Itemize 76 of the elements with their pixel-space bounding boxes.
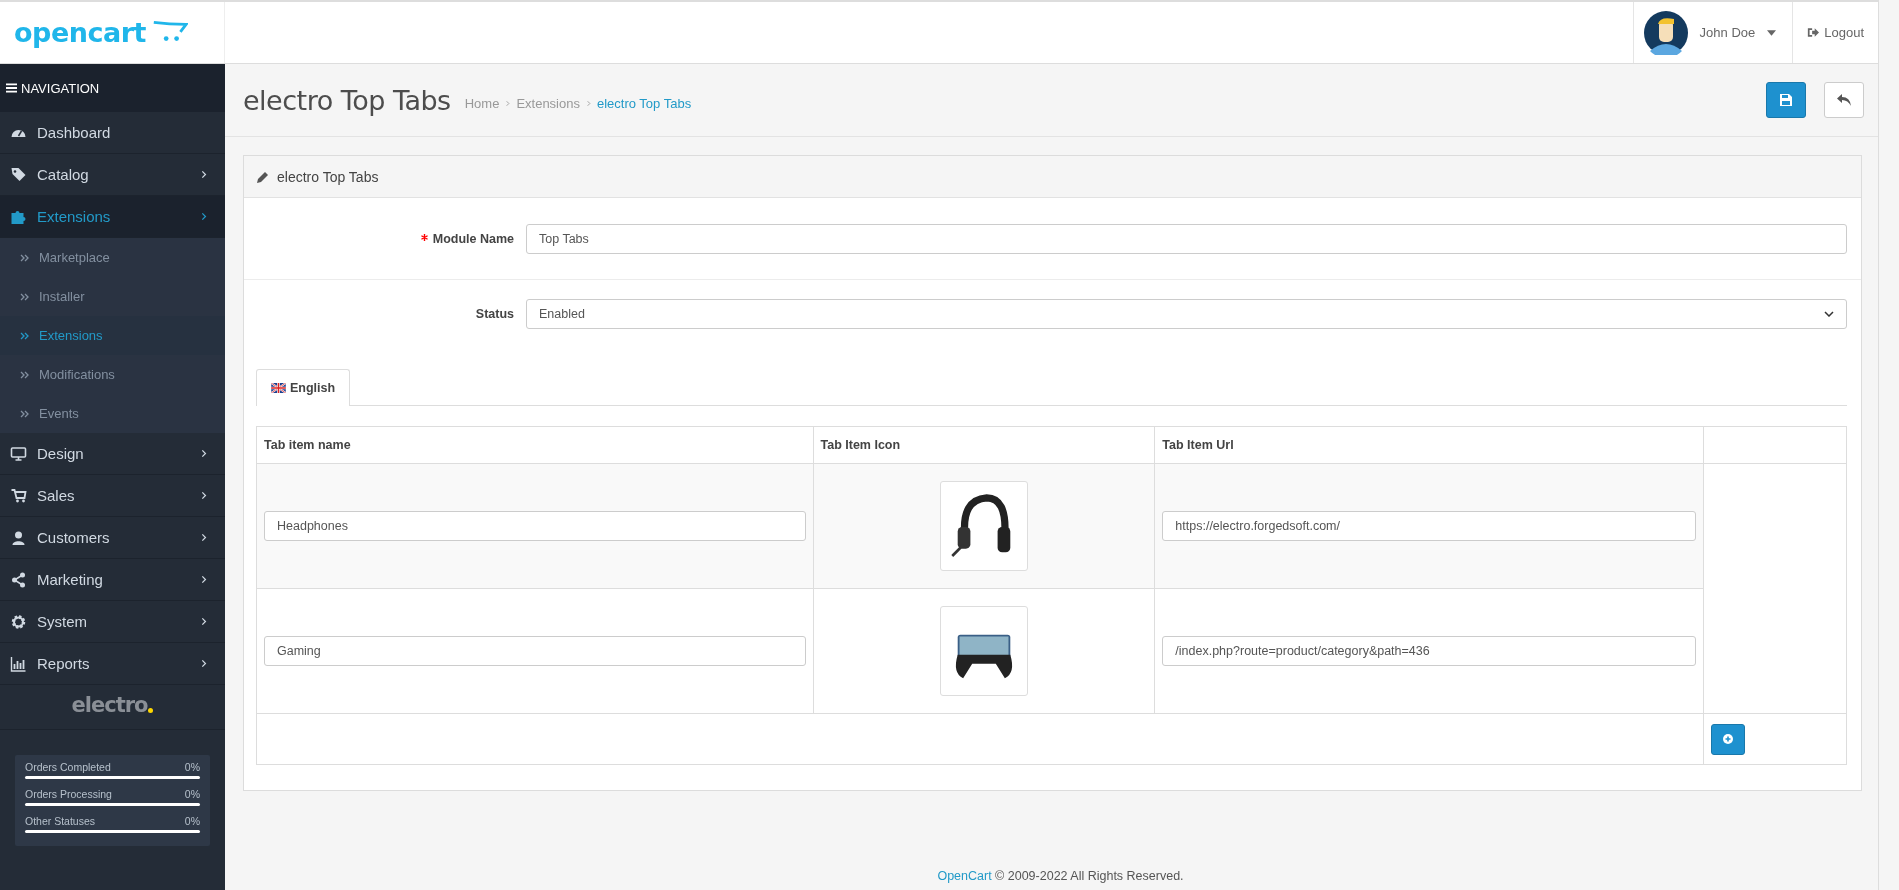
panel-title: electro Top Tabs bbox=[277, 168, 379, 185]
double-chevron-icon bbox=[20, 331, 29, 340]
flag-icon bbox=[271, 383, 286, 393]
double-chevron-icon bbox=[20, 409, 29, 418]
chevron-right-icon bbox=[585, 99, 591, 107]
language-tab[interactable]: English bbox=[256, 369, 351, 406]
input-field[interactable]: https://electro.forgedsoft.com/ bbox=[1162, 511, 1696, 541]
puzzle-icon bbox=[10, 208, 27, 225]
column-header: Tab Item Icon bbox=[813, 426, 1155, 464]
share-icon bbox=[10, 571, 27, 588]
chevron-right-icon bbox=[200, 212, 207, 221]
stat-label: Orders Completed bbox=[25, 761, 112, 773]
double-chevron-icon bbox=[20, 370, 29, 379]
chevron-right-icon bbox=[200, 617, 207, 626]
copyright-text: OpenCart © 2009-2022 All Rights Reserved. bbox=[936, 869, 1185, 885]
navigation-title: NAVIGATION bbox=[21, 80, 100, 96]
sidebar-item[interactable]: Sales bbox=[0, 475, 225, 517]
stat-value: 0% bbox=[184, 788, 200, 800]
user-icon bbox=[10, 529, 27, 546]
input-field[interactable]: /index.php?route=product/category&path=436 bbox=[1162, 636, 1696, 666]
stat-value: 0% bbox=[184, 815, 200, 827]
chevron-right-icon bbox=[505, 99, 511, 107]
stat-label: Other Statuses bbox=[25, 815, 97, 827]
stat-value: 0% bbox=[184, 761, 200, 773]
sidebar-item[interactable]: Reports bbox=[0, 643, 225, 685]
chevron-right-icon bbox=[200, 575, 207, 584]
sidebar-item[interactable]: Design bbox=[0, 433, 225, 475]
stat-label: Orders Processing bbox=[25, 788, 113, 800]
plus-circle-icon bbox=[1722, 734, 1733, 744]
gear-icon bbox=[10, 613, 27, 630]
monitor-icon bbox=[10, 445, 27, 462]
logo-dot-icon bbox=[148, 708, 154, 713]
bar-chart-icon bbox=[10, 655, 27, 672]
sidebar-item[interactable]: Marketing bbox=[0, 559, 225, 601]
sidebar-item[interactable]: Customers bbox=[0, 517, 225, 559]
input-field[interactable]: Headphones bbox=[264, 511, 806, 541]
field-label: Status bbox=[474, 306, 514, 321]
input-field[interactable]: Gaming bbox=[264, 636, 806, 666]
sidebar-item[interactable]: System bbox=[0, 601, 225, 643]
chevron-right-icon bbox=[200, 449, 207, 458]
user-menu[interactable]: John Doe bbox=[1632, 2, 1794, 63]
pencil-icon bbox=[257, 170, 269, 183]
back-button[interactable] bbox=[1824, 82, 1864, 118]
menu-icon bbox=[6, 83, 17, 93]
submenu-item[interactable]: Installer bbox=[0, 277, 225, 316]
chevron-right-icon bbox=[200, 170, 207, 179]
cart-icon bbox=[10, 487, 27, 504]
page-title: electro Top Tabs bbox=[243, 84, 451, 116]
sidebar-item[interactable]: Extensions bbox=[0, 196, 225, 238]
sidebar-item[interactable]: Dashboard bbox=[0, 112, 225, 154]
chevron-down-icon bbox=[1824, 310, 1834, 317]
chevron-right-icon bbox=[200, 491, 207, 500]
double-chevron-icon bbox=[20, 292, 29, 301]
reply-arrow-icon bbox=[1837, 94, 1851, 106]
electro-logo: electro bbox=[71, 693, 148, 717]
save-button[interactable] bbox=[1766, 82, 1806, 118]
required-asterisk-icon bbox=[420, 233, 428, 241]
user-name: John Doe bbox=[1699, 25, 1756, 40]
submenu-item[interactable]: Modifications bbox=[0, 355, 225, 394]
input-field[interactable]: Top Tabs bbox=[526, 223, 1847, 254]
add-row-button[interactable] bbox=[1710, 723, 1745, 755]
chevron-right-icon bbox=[200, 659, 207, 668]
column-header: Tab item name bbox=[256, 426, 813, 464]
avatar-icon bbox=[1643, 10, 1688, 55]
submenu-item[interactable]: Marketplace bbox=[0, 238, 225, 277]
double-chevron-icon bbox=[20, 253, 29, 262]
status-select[interactable]: Enabled bbox=[526, 298, 1847, 329]
tag-icon bbox=[10, 166, 27, 183]
sign-out-icon bbox=[1807, 27, 1820, 38]
field-label: Module Name bbox=[244, 231, 514, 246]
submenu-item[interactable]: Extensions bbox=[0, 316, 225, 355]
submenu-item[interactable]: Events bbox=[0, 394, 225, 433]
logout-link[interactable]: Logout bbox=[1793, 2, 1878, 63]
column-header: Tab Item Url bbox=[1154, 426, 1704, 464]
caret-icon bbox=[1767, 29, 1777, 36]
chevron-right-icon bbox=[200, 533, 207, 542]
